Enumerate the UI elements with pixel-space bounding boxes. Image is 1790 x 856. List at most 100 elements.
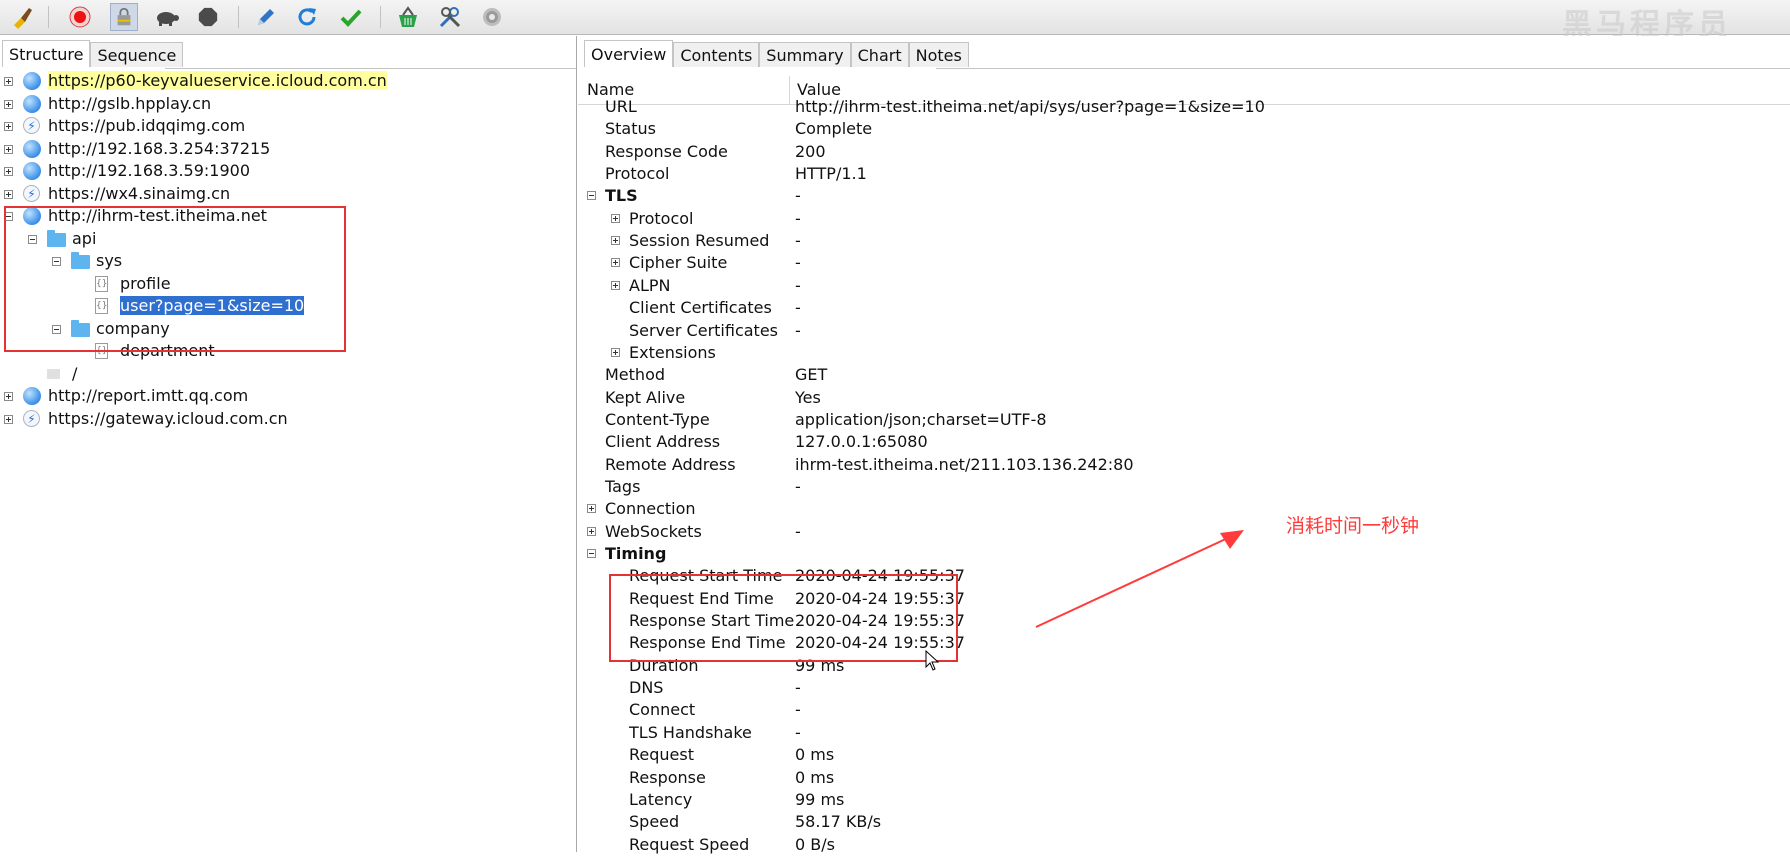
collapse-icon[interactable]	[587, 549, 596, 558]
expand-icon[interactable]	[4, 99, 13, 109]
basket-icon[interactable]	[394, 3, 422, 31]
overview-row[interactable]: Tags -	[578, 476, 1790, 498]
row-name: Latency	[629, 789, 693, 809]
pen-icon[interactable]	[252, 3, 280, 31]
row-value: 127.0.0.1:65080	[795, 432, 928, 452]
overview-row[interactable]: Remote Address ihrm-test.itheima.net/211.…	[578, 454, 1790, 476]
overview-row[interactable]: TLS Handshake -	[578, 722, 1790, 744]
overview-row[interactable]: Cipher Suite -	[578, 252, 1790, 274]
tree-node[interactable]: http://192.168.3.59:1900	[0, 160, 575, 182]
tree-node[interactable]: ⚡ https://gateway.icloud.com.cn	[0, 408, 575, 430]
expand-icon[interactable]	[4, 144, 13, 154]
expand-icon[interactable]	[4, 392, 13, 401]
expand-icon[interactable]	[587, 526, 596, 536]
overview-row[interactable]: Connect -	[578, 699, 1790, 721]
tools-icon[interactable]	[436, 3, 464, 31]
overview-row[interactable]: TLS -	[578, 185, 1790, 207]
expand-icon[interactable]	[587, 504, 596, 514]
tree-node[interactable]: http://report.imtt.qq.com	[0, 385, 575, 407]
overview-row[interactable]: Session Resumed -	[578, 230, 1790, 252]
expand-icon[interactable]	[611, 280, 620, 290]
expand-icon[interactable]	[4, 77, 13, 86]
record-icon[interactable]	[66, 3, 94, 31]
tab-contents[interactable]: Contents	[673, 42, 760, 67]
row-value: -	[795, 700, 801, 720]
overview-panel: Overview Contents Summary Chart Notes Na…	[578, 36, 1790, 854]
tab-sequence[interactable]: Sequence	[90, 42, 184, 67]
overview-row[interactable]: Duration 99 ms	[578, 655, 1790, 677]
tree-node-label: company	[96, 318, 170, 338]
overview-row[interactable]: Connection	[578, 498, 1790, 520]
overview-row[interactable]: URL http://ihrm-test.itheima.net/api/sys/…	[578, 96, 1790, 118]
overview-row[interactable]: Server Certificates -	[578, 320, 1790, 342]
collapse-icon[interactable]	[587, 191, 596, 201]
tree-node-label: https://gateway.icloud.com.cn	[48, 408, 288, 428]
overview-row[interactable]: Response End Time 2020-04-24 19:55:37	[578, 632, 1790, 654]
overview-row[interactable]: DNS -	[578, 677, 1790, 699]
tree-node[interactable]: company	[0, 318, 575, 340]
row-name: Response Code	[605, 141, 728, 161]
expand-icon[interactable]	[611, 347, 620, 357]
tree-node[interactable]: api	[0, 228, 575, 250]
tab-chart[interactable]: Chart	[850, 42, 909, 67]
expand-icon[interactable]	[4, 414, 13, 424]
expand-icon[interactable]	[611, 236, 620, 246]
stop-icon[interactable]	[194, 3, 222, 31]
overview-row[interactable]: Request 0 ms	[578, 744, 1790, 766]
tab-overview[interactable]: Overview	[584, 40, 674, 67]
tree-node[interactable]: {} profile	[0, 273, 575, 295]
overview-row[interactable]: Content-Type application/json;charset=UTF…	[578, 409, 1790, 431]
tab-structure[interactable]: Structure	[2, 40, 91, 67]
row-value: 200	[795, 141, 826, 161]
overview-row[interactable]: Client Certificates -	[578, 297, 1790, 319]
overview-row[interactable]: Speed 58.17 KB/s	[578, 811, 1790, 833]
overview-row[interactable]: Protocol HTTP/1.1	[578, 163, 1790, 185]
refresh-icon[interactable]	[293, 3, 321, 31]
tree-node[interactable]: ⚡ https://pub.idqqimg.com	[0, 115, 575, 137]
expand-icon[interactable]	[4, 122, 13, 131]
tree-node[interactable]: /	[0, 363, 575, 385]
tree-node[interactable]: http://ihrm-test.itheima.net	[0, 205, 575, 227]
overview-row[interactable]: Extensions	[578, 342, 1790, 364]
globe-icon	[23, 207, 41, 225]
lock-icon[interactable]	[110, 3, 138, 31]
tree-node[interactable]: {} user?page=1&size=10	[0, 295, 575, 317]
overview-row[interactable]: Request Speed 0 B/s	[578, 834, 1790, 856]
tree-node[interactable]: ⚡ https://wx4.sinaimg.cn	[0, 183, 575, 205]
globe-icon	[23, 72, 41, 90]
expand-icon[interactable]	[611, 213, 620, 223]
row-value: 99 ms	[795, 655, 845, 675]
broom-icon[interactable]	[9, 3, 37, 31]
overview-row[interactable]: Response Code 200	[578, 141, 1790, 163]
overview-row[interactable]: Method GET	[578, 364, 1790, 386]
gear-icon[interactable]	[478, 3, 506, 31]
overview-row[interactable]: ALPN -	[578, 275, 1790, 297]
tree-node[interactable]: sys	[0, 250, 575, 272]
collapse-icon[interactable]	[4, 212, 13, 221]
overview-row[interactable]: Status Complete	[578, 118, 1790, 140]
expand-icon[interactable]	[4, 189, 13, 199]
overview-row[interactable]: Protocol -	[578, 208, 1790, 230]
expand-icon[interactable]	[611, 258, 620, 268]
turtle-icon[interactable]	[153, 3, 181, 31]
row-value: application/json;charset=UTF-8	[795, 409, 1047, 429]
tree-node[interactable]: http://192.168.3.254:37215	[0, 138, 575, 160]
collapse-icon[interactable]	[52, 324, 61, 334]
tree-node[interactable]: https://p60-keyvalueservice.icloud.com.c…	[0, 70, 575, 92]
collapse-icon[interactable]	[28, 234, 37, 244]
tab-summary[interactable]: Summary	[759, 42, 851, 67]
overview-row[interactable]: Client Address 127.0.0.1:65080	[578, 431, 1790, 453]
overview-row[interactable]: Latency 99 ms	[578, 789, 1790, 811]
expand-icon[interactable]	[4, 167, 13, 176]
tree-node[interactable]: http://gslb.hpplay.cn	[0, 93, 575, 115]
overview-row[interactable]: Kept Alive Yes	[578, 387, 1790, 409]
globe-icon	[23, 162, 41, 180]
collapse-icon[interactable]	[52, 257, 61, 266]
tab-notes[interactable]: Notes	[908, 42, 969, 67]
check-icon[interactable]	[337, 3, 365, 31]
row-name: WebSockets	[605, 521, 702, 541]
overview-row[interactable]: Response 0 ms	[578, 767, 1790, 789]
tree-node[interactable]: {} department	[0, 340, 575, 362]
row-value: ihrm-test.itheima.net/211.103.136.242:80	[795, 454, 1134, 474]
tree-node-label: sys	[96, 251, 123, 270]
